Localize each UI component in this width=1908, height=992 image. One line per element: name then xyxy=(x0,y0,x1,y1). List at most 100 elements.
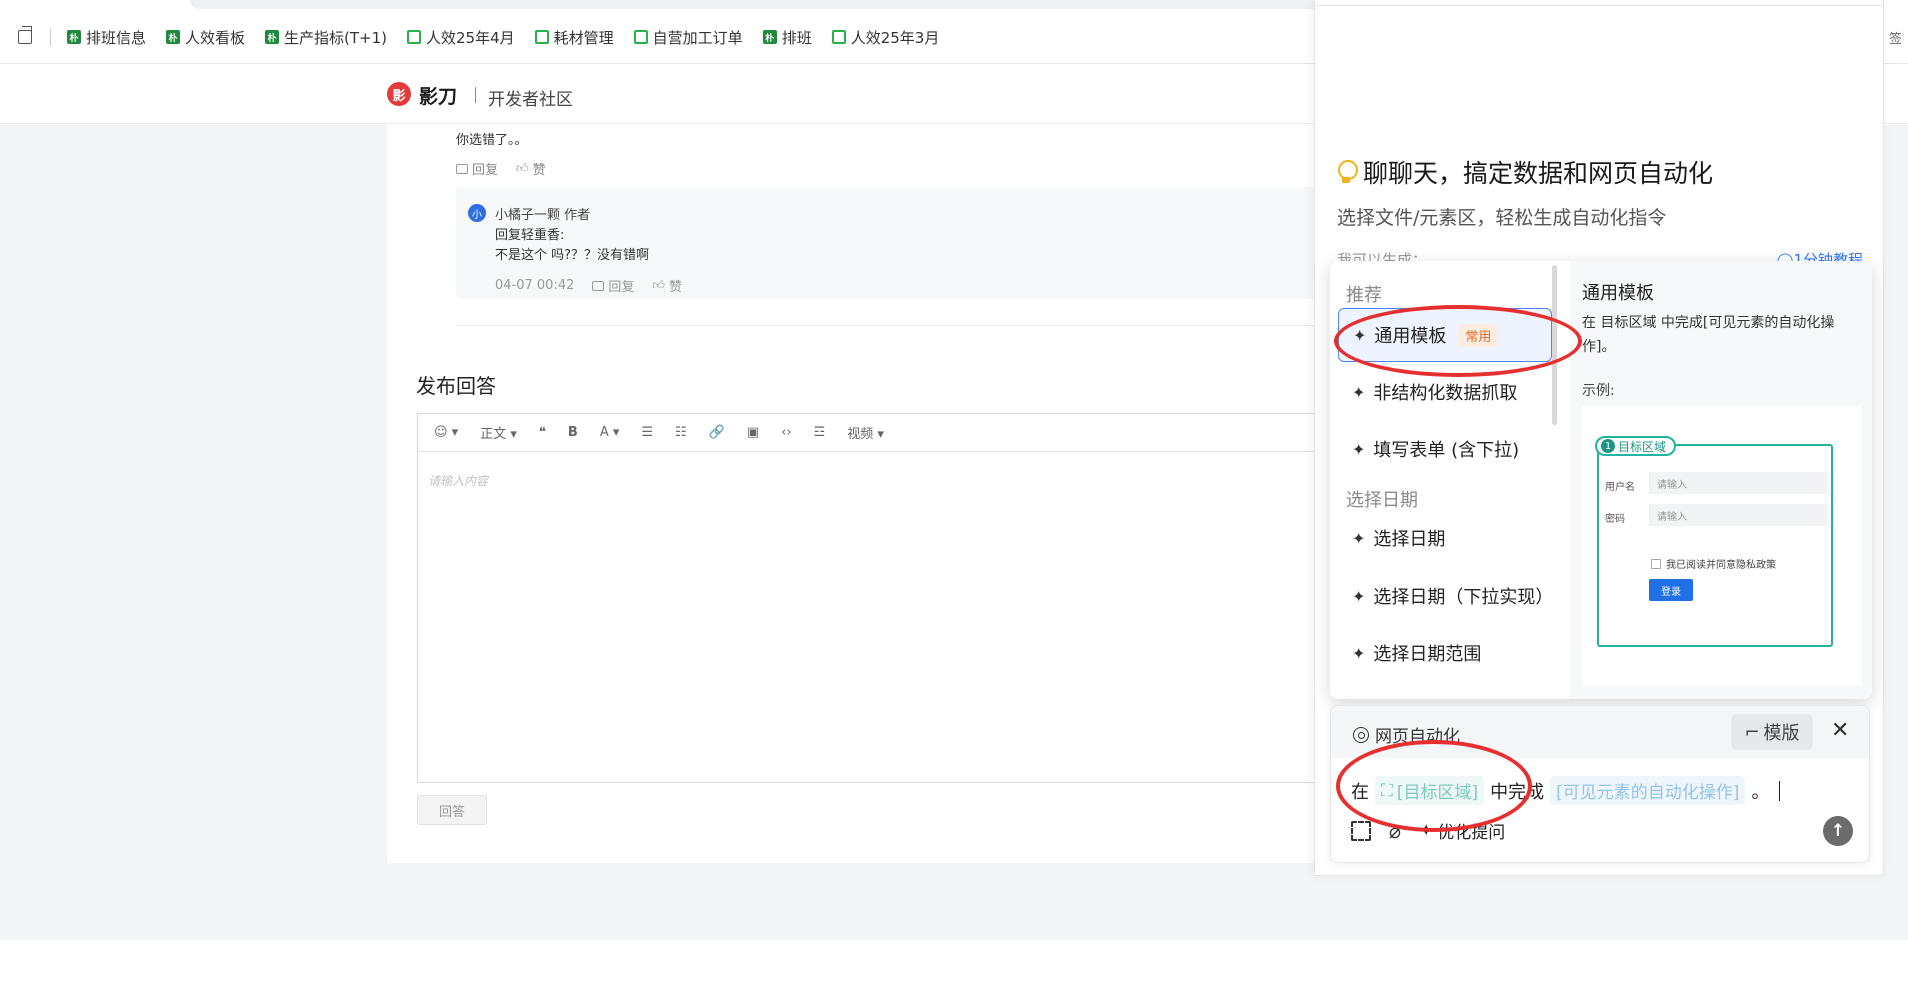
action-slot[interactable]: [可见元素的自动化操作] xyxy=(1550,776,1746,805)
sheet-icon xyxy=(831,30,846,44)
password-input-sample: 请输入 xyxy=(1649,504,1827,526)
sparkle-icon: ✦ xyxy=(1352,439,1366,459)
screenshot-select-icon[interactable] xyxy=(1351,820,1371,841)
preview-title: 通用模板 xyxy=(1582,283,1654,304)
sheet-icon: 朴 xyxy=(166,30,181,44)
comment-body: 你选错了。。 xyxy=(456,133,528,148)
bullet-list-button[interactable]: ☰ xyxy=(641,425,653,440)
image-button[interactable]: ▣ xyxy=(747,425,759,440)
template-item-unstructured-scrape[interactable]: ✦ 非结构化数据抓取 xyxy=(1338,365,1552,419)
preview-example-card: 1 目标区域 用户名 请输入 密码 请输入 我已阅读并同意隐私政策 登录 xyxy=(1582,406,1862,686)
sparkle-icon: ✦ xyxy=(1352,643,1366,663)
comment-icon xyxy=(592,280,605,291)
template-dropdown: 推荐 ✦ 通用模板 常用 ✦ 非结构化数据抓取 ✦ 填写表单 (含下拉) 选择日… xyxy=(1330,261,1872,699)
username-input-sample: 请输入 xyxy=(1649,472,1827,494)
address-bar[interactable] xyxy=(190,0,1340,9)
avatar[interactable]: 小 xyxy=(468,204,486,222)
bookmark-item[interactable]: 朴人效看板 xyxy=(166,27,245,48)
bookmark-item[interactable]: 人效25年3月 xyxy=(831,27,939,48)
composer-header: 网页自动化 ⌐ 模版 ✕ xyxy=(1331,706,1869,758)
target-number: 1 xyxy=(1601,439,1615,453)
template-item-select-date-range[interactable]: ✦ 选择日期范围 xyxy=(1338,626,1552,680)
bookmark-item[interactable]: 朴生产指标(T+1) xyxy=(265,27,387,48)
composer-tools: ⌀ ✦ 优化提问 xyxy=(1351,818,1505,843)
reply-time: 04-07 00:42 xyxy=(495,278,575,293)
numbered-list-button[interactable]: ☷ xyxy=(675,425,687,440)
target-area-tag: 1 目标区域 xyxy=(1595,436,1677,456)
sheet-icon: 朴 xyxy=(762,30,777,44)
bookmark-item[interactable]: 朴排班 xyxy=(762,27,812,48)
password-label: 密码 xyxy=(1605,514,1625,525)
video-button[interactable]: 视频 ▾ xyxy=(847,423,884,442)
bookmarks-overflow[interactable]: 签 xyxy=(1889,28,1902,47)
close-icon[interactable]: ✕ xyxy=(1831,718,1849,743)
panel-hero-subtitle: 选择文件/元素区，轻松生成自动化指令 xyxy=(1337,207,1667,229)
template-item-general[interactable]: ✦ 通用模板 常用 xyxy=(1338,308,1552,362)
chrome-icon xyxy=(1353,726,1369,743)
font-color-button[interactable]: A ▾ xyxy=(600,425,620,440)
sparkle-icon: ✦ xyxy=(1353,325,1367,345)
sheet-icon: 朴 xyxy=(265,30,280,44)
thumb-up-icon: 👍︎ xyxy=(516,161,529,175)
reply-button[interactable]: 回复 xyxy=(592,276,634,295)
checkbox-icon xyxy=(1651,558,1661,569)
select-area-icon: ⛶ xyxy=(1381,780,1393,801)
login-button-sample: 登录 xyxy=(1649,579,1693,601)
sheet-icon xyxy=(407,30,422,44)
sparkle-icon: ✦ xyxy=(1352,528,1366,548)
paperclip-icon[interactable]: ⌀ xyxy=(1389,819,1401,843)
preview-example-label: 示例: xyxy=(1582,383,1615,399)
reply-author[interactable]: 小橘子一颗 作者 xyxy=(495,204,590,223)
template-list[interactable]: 推荐 ✦ 通用模板 常用 ✦ 非结构化数据抓取 ✦ 填写表单 (含下拉) 选择日… xyxy=(1330,261,1558,699)
collapse-icon: ⌐ xyxy=(1744,721,1760,743)
bookmark-item[interactable]: 人效25年4月 xyxy=(407,27,515,48)
section-divider xyxy=(456,325,1386,326)
bookmark-item[interactable]: 耗材管理 xyxy=(534,27,614,48)
bookmark-item[interactable]: 自营加工订单 xyxy=(633,27,743,48)
code-button[interactable]: ‹› xyxy=(781,425,791,440)
sheet-icon xyxy=(633,30,648,44)
quote-button[interactable]: ❝ xyxy=(539,425,546,440)
comment-actions: 回复 👍︎ 赞 xyxy=(456,159,546,178)
template-item-select-date[interactable]: ✦ 选择日期 xyxy=(1338,511,1552,565)
paragraph-style-select[interactable]: 正文 ▾ xyxy=(480,423,517,442)
logo-text[interactable]: 影刀 xyxy=(419,82,457,109)
sheet-icon: 朴 xyxy=(67,30,81,44)
prompt-composer: 网页自动化 ⌐ 模版 ✕ 在 ⛶ [目标区域] 中完成 [可见元素的自动化操作] … xyxy=(1330,705,1870,863)
submit-answer-button[interactable]: 回答 xyxy=(417,795,487,825)
template-list-scrollbar[interactable] xyxy=(1552,265,1557,425)
target-area-slot[interactable]: ⛶ [目标区域] xyxy=(1375,776,1485,805)
send-button[interactable]: ↑ xyxy=(1823,816,1853,846)
group-label-recommended: 推荐 xyxy=(1346,285,1382,306)
template-item-select-date-dropdown[interactable]: ✦ 选择日期（下拉实现） xyxy=(1338,569,1553,623)
tutorial-link[interactable]: ◯1分钟教程 xyxy=(1777,249,1863,261)
bold-button[interactable]: B xyxy=(568,425,578,440)
optimize-prompt-button[interactable]: ✦ 优化提问 xyxy=(1419,818,1505,844)
answer-editor[interactable]: ☺ ▾ 正文 ▾ ❝ B A ▾ ☰ ☷ 🔗 ▣ ‹› ☲ 视频 ▾ 请输入内容 xyxy=(417,413,1387,783)
reply-button[interactable]: 回复 xyxy=(456,159,498,178)
bookmark-item[interactable]: 朴排班信息 xyxy=(67,27,146,48)
template-button[interactable]: ⌐ 模版 xyxy=(1731,714,1813,750)
reply-body: 不是这个 吗?？？没有错啊 xyxy=(495,248,650,263)
template-preview: 通用模板 在 目标区域 中完成[可见元素的自动化操作]。 示例: 1 目标区域 … xyxy=(1570,261,1872,699)
post-answer-title: 发布回答 xyxy=(416,374,496,398)
divider-button[interactable]: ☲ xyxy=(814,425,826,440)
like-button[interactable]: 👍︎ 赞 xyxy=(516,159,546,178)
bookmarks-divider xyxy=(50,28,51,46)
capabilities-label: 我可以生成： xyxy=(1337,251,1428,261)
logo-icon[interactable]: 影 xyxy=(387,82,411,106)
sparkle-icon: ✦ xyxy=(1352,382,1366,402)
site-subtitle[interactable]: 开发者社区 xyxy=(488,85,573,110)
emoji-button[interactable]: ☺ ▾ xyxy=(434,425,458,440)
automation-mode[interactable]: 网页自动化 xyxy=(1353,722,1460,747)
sheet-icon xyxy=(534,30,549,44)
template-item-fill-form[interactable]: ✦ 填写表单 (含下拉) xyxy=(1338,422,1552,476)
target-area-frame: 1 目标区域 用户名 请输入 密码 请输入 我已阅读并同意隐私政策 登录 xyxy=(1595,436,1833,647)
panel-hero-title: 聊聊天，搞定数据和网页自动化 xyxy=(1337,154,1713,190)
reply-thread: 小 小橘子一颗 作者 回复轻重香: 不是这个 吗?？？没有错啊 04-07 00… xyxy=(456,187,1386,299)
like-button[interactable]: 👍︎ 赞 xyxy=(652,276,682,295)
prompt-input[interactable]: 在 ⛶ [目标区域] 中完成 [可见元素的自动化操作] 。 xyxy=(1351,776,1781,805)
thumb-up-icon: 👍︎ xyxy=(652,278,665,292)
link-button[interactable]: 🔗 xyxy=(709,425,725,440)
tab-groups-icon[interactable] xyxy=(18,26,32,44)
